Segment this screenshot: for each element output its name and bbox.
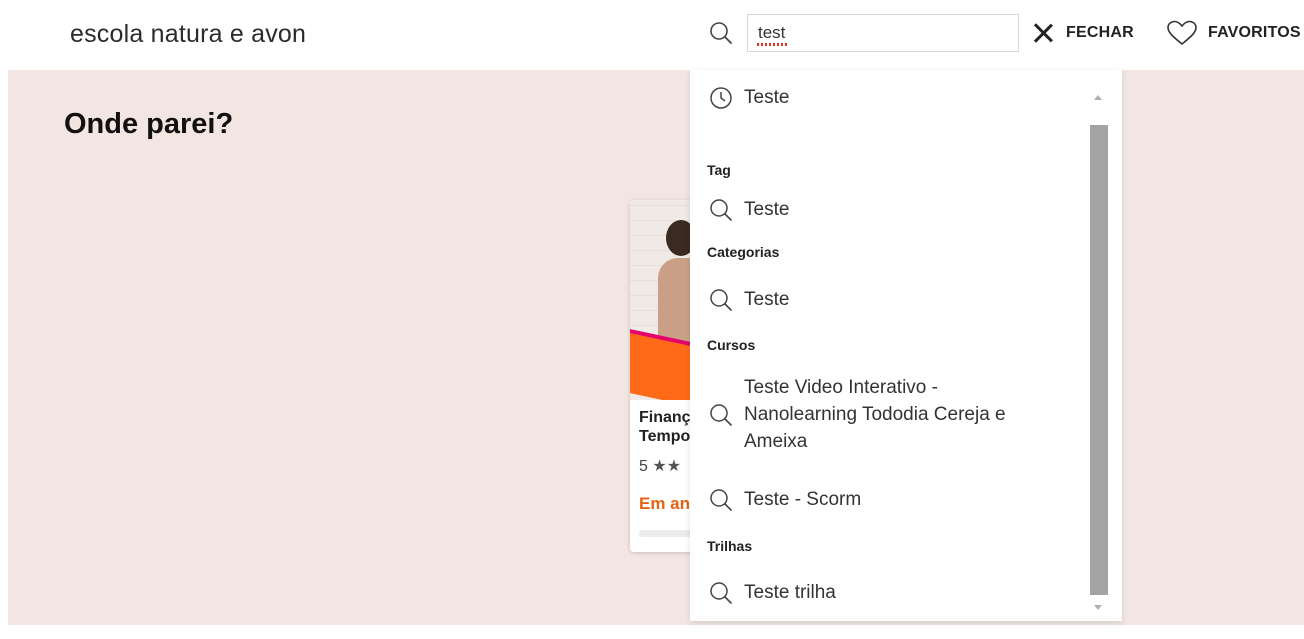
top-header: escola natura e avon FECHAR FAVORITOS	[0, 0, 1304, 70]
section-title: Onde parei?	[64, 108, 234, 140]
search-icon	[710, 198, 732, 221]
group-heading-cursos: Cursos	[707, 337, 756, 353]
course-status: Em an	[639, 494, 691, 513]
group-heading-tag: Tag	[707, 162, 731, 178]
recent-search-item[interactable]: Teste	[708, 84, 789, 111]
suggestion-label: Teste	[744, 199, 790, 220]
course-rating: 5 ★★	[639, 456, 681, 476]
scroll-up-arrow-icon[interactable]	[1094, 95, 1102, 100]
suggestion-item[interactable]: Teste trilha	[708, 579, 836, 606]
search-suggestions-dropdown: Teste Tag Teste Categorias Teste Cursos …	[690, 70, 1122, 621]
star-icon: ★★	[652, 458, 682, 475]
suggestion-item[interactable]: Teste	[708, 196, 789, 223]
suggestion-item[interactable]: Teste - Scorm	[708, 486, 861, 513]
close-icon	[1032, 22, 1054, 44]
close-label: FECHAR	[1066, 24, 1134, 41]
suggestion-label: Teste - Scorm	[744, 489, 862, 510]
search-input[interactable]	[747, 14, 1019, 52]
group-heading-trilhas: Trilhas	[707, 538, 753, 554]
clock-icon	[710, 86, 732, 109]
favorites-button[interactable]: FAVORITOS	[1166, 18, 1301, 48]
search-icon	[710, 288, 732, 311]
spellcheck-underline	[757, 43, 789, 46]
suggestion-label: Teste Video Interativo - Nanolearning To…	[744, 377, 1006, 452]
close-search-button[interactable]: FECHAR	[1032, 18, 1134, 48]
favorites-label: FAVORITOS	[1208, 24, 1301, 41]
search-icon[interactable]	[708, 20, 734, 46]
group-heading-categorias: Categorias	[707, 244, 780, 260]
suggestion-item[interactable]: Teste	[708, 286, 789, 313]
suggestion-label: Teste trilha	[744, 582, 836, 603]
search-icon	[710, 403, 732, 426]
recent-search-label: Teste	[744, 87, 790, 108]
brand-logo[interactable]: escola natura e avon	[70, 20, 306, 49]
heart-icon	[1167, 20, 1197, 46]
search-icon	[710, 581, 732, 604]
scroll-down-arrow-icon[interactable]	[1094, 605, 1102, 610]
dropdown-scrollbar-thumb[interactable]	[1090, 125, 1108, 595]
suggestion-label: Teste	[744, 289, 790, 310]
rating-value: 5	[639, 458, 648, 475]
search-icon	[710, 488, 732, 511]
suggestion-item[interactable]: Teste Video Interativo - Nanolearning To…	[708, 374, 1038, 455]
